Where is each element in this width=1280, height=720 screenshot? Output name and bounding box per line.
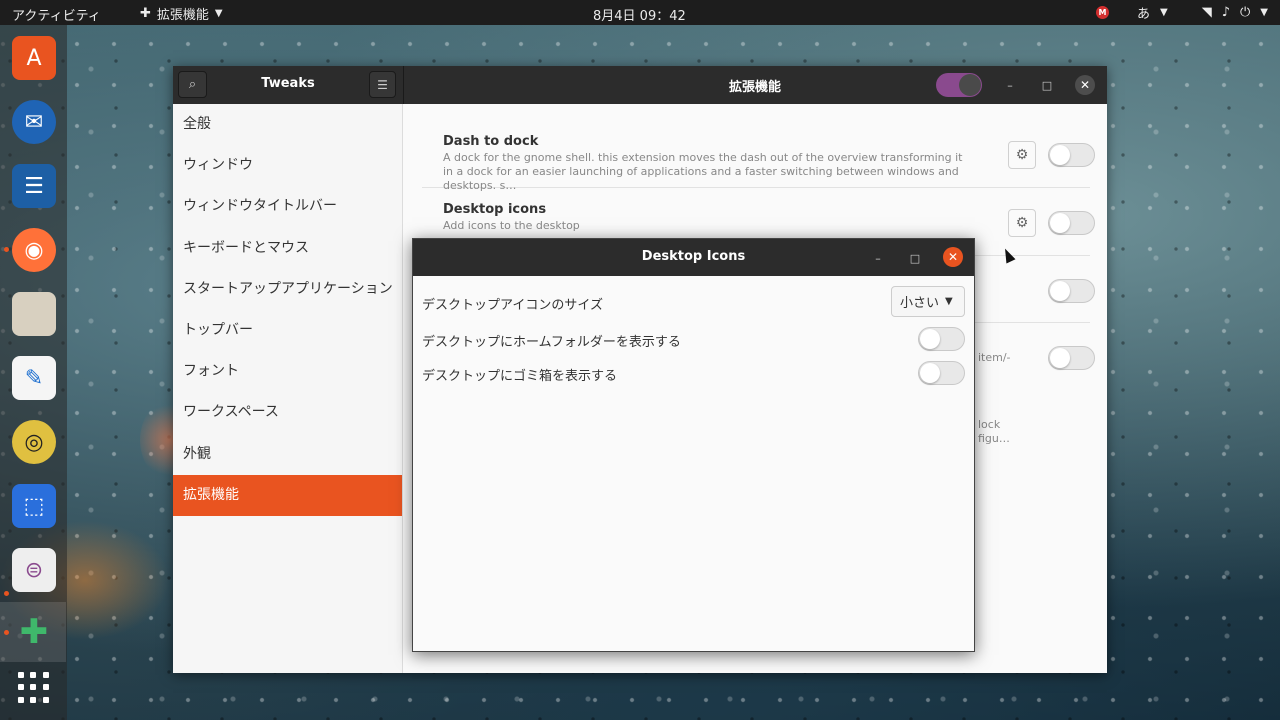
libreoffice-writer-icon[interactable]: ☰ (12, 164, 56, 208)
icon-size-value: 小さい (900, 296, 940, 311)
menu-button[interactable]: ☰ (369, 71, 396, 98)
icon-size-label: デスクトップアイコンのサイズ (422, 298, 603, 313)
volume-icon: ♪ (1221, 5, 1230, 20)
extension-description: A dock for the gnome shell. this extensi… (443, 151, 963, 192)
system-tray[interactable]: M あ ▼ ◥ ♪ ⏻ ▼ (1095, 3, 1268, 22)
extension-3-toggle[interactable] (1048, 279, 1095, 303)
puzzle-icon: ✚ (140, 6, 151, 21)
power-icon: ⏻ (1240, 5, 1251, 20)
sidebar-item-fonts[interactable]: フォント (173, 351, 402, 392)
dash-to-dock-settings-button[interactable]: ⚙ (1008, 141, 1036, 169)
header-bar: ⌕ Tweaks ☰ 拡張機能 – □ ✕ (173, 66, 1107, 104)
mega-icon[interactable]: M (1095, 6, 1109, 19)
desktop-icons-toggle[interactable] (1048, 211, 1095, 235)
maximize-button[interactable]: □ (905, 248, 925, 268)
trash-toggle[interactable] (918, 361, 965, 385)
close-button[interactable]: ✕ (1075, 75, 1095, 95)
activities-button[interactable]: アクティビティ (12, 5, 101, 24)
extension-row-dash-to-dock: Dash to dock A dock for the gnome shell.… (422, 121, 1095, 192)
running-indicator (4, 630, 9, 635)
wifi-icon: ◥ (1201, 5, 1212, 20)
chevron-down-icon: ▼ (214, 8, 223, 19)
partial-text: figu… (978, 432, 1010, 445)
icon-size-dropdown[interactable]: 小さい ▼ (891, 286, 965, 317)
extension-description: Add icons to the desktop (443, 219, 580, 232)
extensions-master-switch[interactable] (936, 73, 982, 97)
switch-knob (959, 74, 981, 96)
desktop-icons-dialog: Desktop Icons – □ ✕ デスクトップアイコンのサイズ 小さい ▼… (412, 238, 975, 652)
partial-text: lock (978, 418, 1001, 431)
input-method-label[interactable]: あ (1137, 3, 1150, 22)
sidebar-item-appearance[interactable]: 外観 (173, 434, 402, 475)
app-menu[interactable]: ✚ 拡張機能 ▼ (140, 4, 223, 23)
firefox-icon[interactable]: ◉ (12, 228, 56, 272)
sidebar-item-top-bar[interactable]: トップバー (173, 310, 402, 351)
running-indicator (4, 247, 9, 252)
sidebar-item-titlebars[interactable]: ウィンドウタイトルバー (173, 186, 402, 227)
sidebar-item-windows[interactable]: ウィンドウ (173, 145, 402, 186)
partial-text: item/- (978, 351, 1011, 364)
sidebar-item-general[interactable]: 全般 (173, 104, 402, 145)
minimize-button[interactable]: – (868, 248, 888, 268)
home-folder-toggle[interactable] (918, 327, 965, 351)
chevron-down-icon: ▼ (1260, 7, 1268, 18)
extension-name: Dash to dock (443, 134, 539, 149)
sidebar-item-workspaces[interactable]: ワークスペース (173, 392, 402, 433)
desktop-icons-settings-button[interactable]: ⚙ (1008, 209, 1036, 237)
minimize-button[interactable]: – (1000, 75, 1020, 95)
home-folder-label: デスクトップにホームフォルダーを表示する (422, 335, 681, 350)
top-bar: アクティビティ ✚ 拡張機能 ▼ 8月4日 09：42 M あ ▼ ◥ ♪ ⏻ … (0, 0, 1280, 25)
files-icon[interactable] (12, 292, 56, 336)
dialog-header-bar: Desktop Icons – □ ✕ (413, 239, 974, 276)
trash-label: デスクトップにゴミ箱を表示する (422, 369, 618, 384)
sidebar: 全般 ウィンドウ ウィンドウタイトルバー キーボードとマウス スタートアップアプ… (173, 104, 403, 673)
show-applications-icon[interactable] (18, 672, 50, 704)
software-center-icon[interactable]: A (12, 36, 56, 80)
text-editor-icon[interactable]: ✎ (12, 356, 56, 400)
chevron-down-icon: ▼ (1160, 7, 1168, 18)
extensions-icon[interactable]: ✚ (12, 610, 56, 654)
gear-icon: ⚙ (1015, 147, 1029, 163)
close-button[interactable]: ✕ (943, 247, 963, 267)
dash-to-dock-toggle[interactable] (1048, 143, 1095, 167)
sidebar-item-startup-apps[interactable]: スタートアップアプリケーション (173, 269, 402, 310)
sidebar-item-keyboard-mouse[interactable]: キーボードとマウス (173, 228, 402, 269)
thunderbird-icon[interactable]: ✉ (12, 100, 56, 144)
extension-4-toggle[interactable] (1048, 346, 1095, 370)
app-menu-label: 拡張機能 (156, 8, 209, 23)
screenshot-icon[interactable]: ⬚ (12, 484, 56, 528)
hamburger-icon: ☰ (377, 77, 388, 92)
chevron-down-icon: ▼ (945, 296, 953, 307)
extension-name: Desktop icons (443, 202, 547, 217)
maximize-button[interactable]: □ (1037, 75, 1057, 95)
dialog-title: Desktop Icons (641, 249, 746, 264)
rhythmbox-icon[interactable]: ◎ (12, 420, 56, 464)
tweaks-icon[interactable]: ⊜ (12, 548, 56, 592)
clock[interactable]: 8月4日 09：42 (593, 5, 686, 24)
sidebar-item-extensions[interactable]: 拡張機能 (173, 474, 402, 516)
gear-icon: ⚙ (1015, 215, 1029, 231)
running-indicator (4, 591, 9, 596)
dock: A ✉ ☰ ◉ ✎ ◎ ⬚ ⊜ ✚ (0, 25, 67, 720)
